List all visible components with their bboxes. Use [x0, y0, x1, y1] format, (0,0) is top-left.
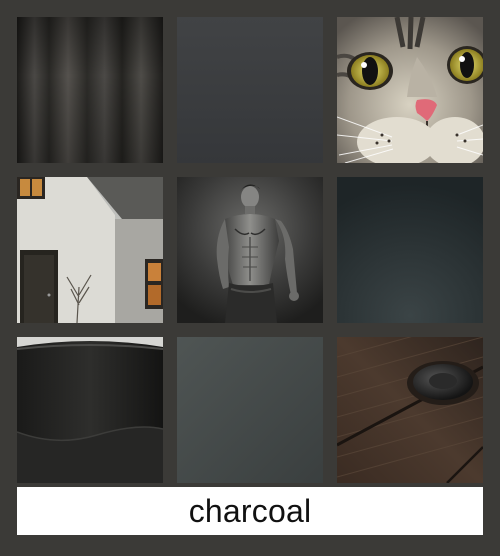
caption-bar: charcoal	[17, 487, 483, 535]
cat-face-image	[337, 17, 483, 163]
man-portrait-image	[177, 177, 323, 323]
charcoal-curtain-image	[17, 17, 163, 163]
caption-label: charcoal	[188, 492, 312, 529]
cottage-image	[17, 177, 163, 323]
dark-wood-image	[337, 337, 483, 483]
charcoal-cup-image	[17, 337, 163, 483]
gray-green-swatch	[177, 337, 323, 483]
dark-slate-swatch	[337, 177, 483, 323]
charcoal-swatch	[177, 17, 323, 163]
